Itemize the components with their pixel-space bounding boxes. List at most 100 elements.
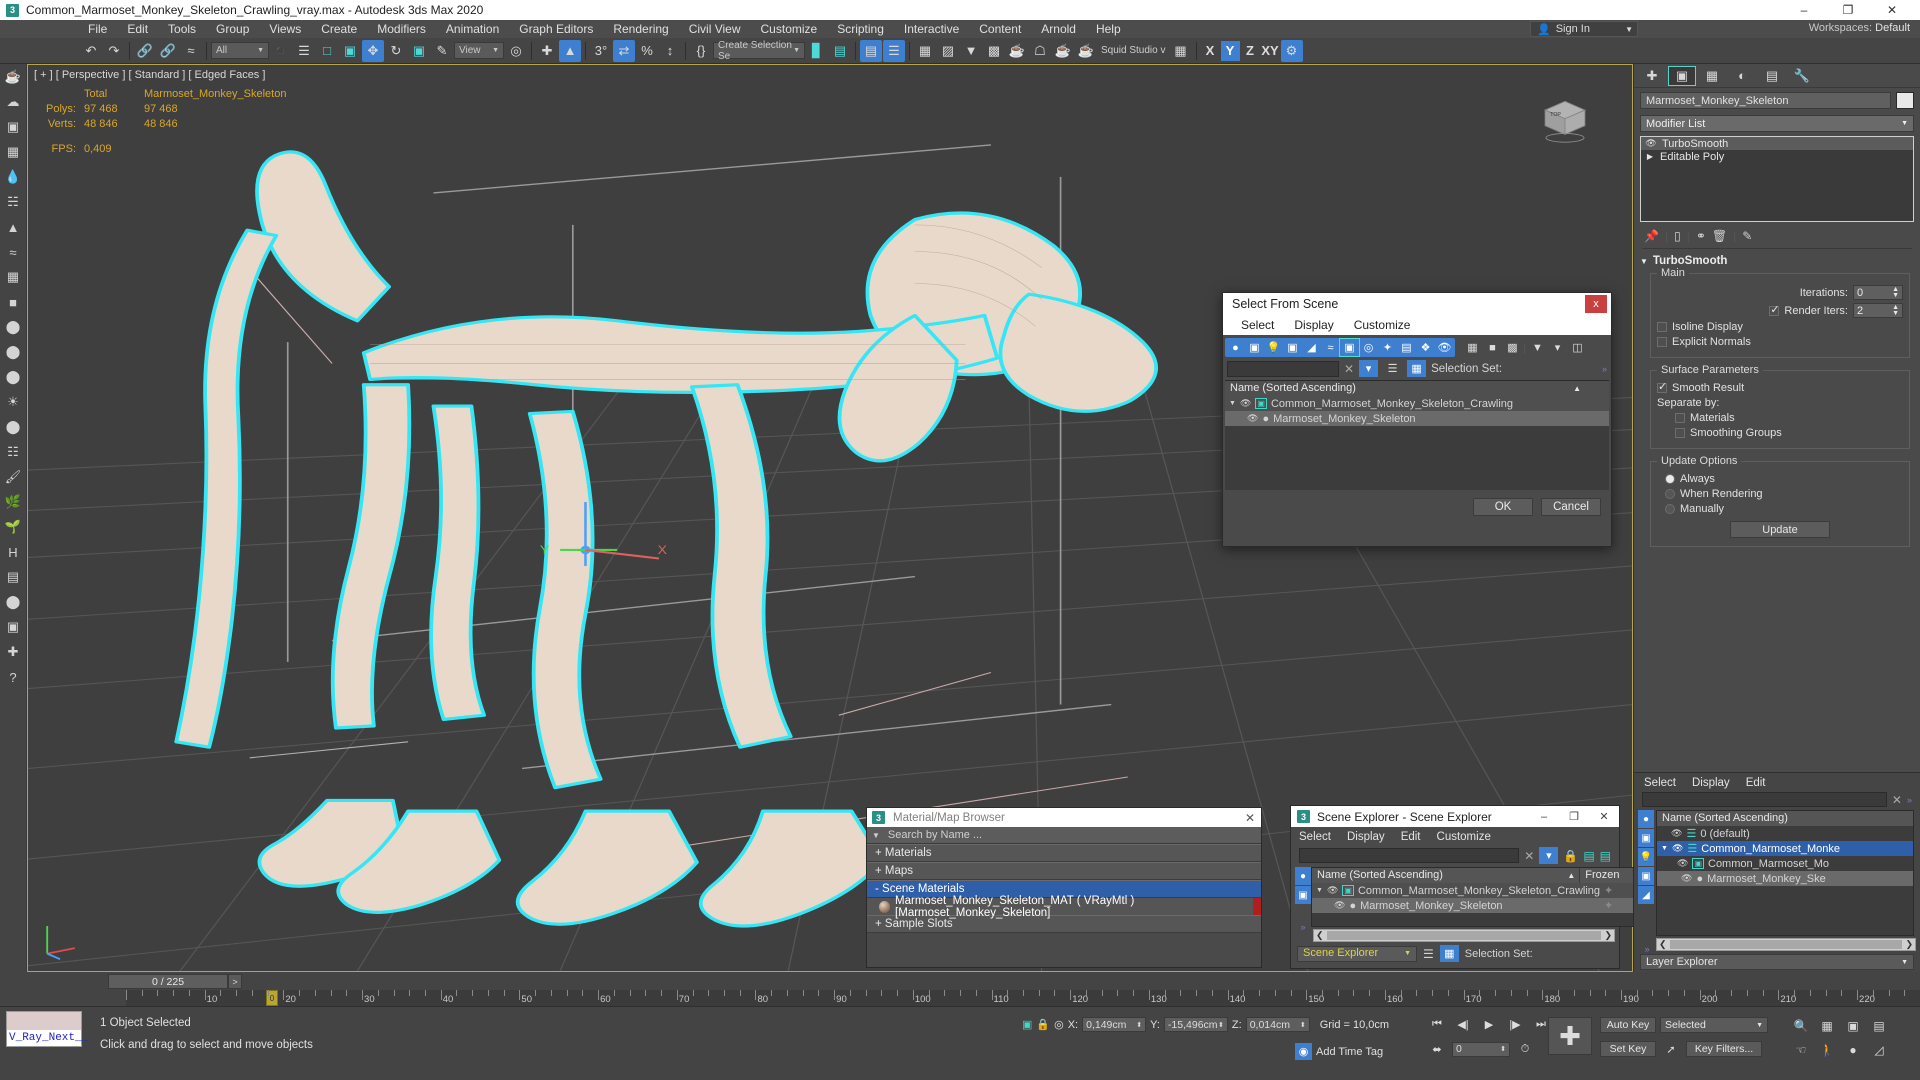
distribute-icon[interactable]: ▤ [829,40,851,62]
chevron-down-icon[interactable]: ▼ [872,831,880,840]
tab-utilities[interactable]: 🔧 [1788,66,1816,86]
manually-radio[interactable] [1665,504,1675,514]
filter-groups-icon[interactable]: ▣ [1339,338,1360,357]
sew-minimize-button[interactable]: – [1529,806,1559,827]
map-h-icon[interactable]: H [1,540,25,564]
list-item[interactable]: 👁 ☰ 0 (default) [1657,826,1913,841]
eye-icon[interactable]: 👁 [1645,138,1657,149]
edit-named-sets-icon[interactable]: {} [690,40,712,62]
render-setup-icon[interactable]: ☕ [1006,40,1028,62]
set-key-button-label[interactable]: Set Key [1600,1041,1656,1057]
sew-menu-select[interactable]: Select [1299,831,1331,843]
modifier-list-combo[interactable]: Modifier List ▼ [1640,115,1914,132]
filter-lights-icon[interactable]: 💡 [1638,848,1654,866]
object-color-swatch[interactable] [1896,92,1914,109]
menu-customize[interactable]: Customize [751,20,828,38]
circle-dark-icon[interactable]: ⬤ [1,365,25,389]
eye-icon[interactable]: 👁 [1671,828,1682,839]
walkthrough-icon[interactable]: 🚶 [1816,1041,1838,1058]
menu-tools[interactable]: Tools [158,20,206,38]
when-rendering-radio[interactable] [1665,489,1675,499]
docked-explorer-header[interactable]: Name (Sorted Ascending) [1657,811,1913,826]
filter-particles-icon[interactable]: ❖ [1416,339,1435,356]
list-item[interactable]: 👁 ● Marmoset_Monkey_Skeleton [1225,411,1609,426]
render-iterative-icon[interactable]: ☕ [1075,40,1097,62]
image-icon[interactable]: ▣ [1,115,25,139]
sign-in-button[interactable]: 👤 Sign In ▼ [1530,21,1638,37]
frozen-icon[interactable]: ✦ [1604,899,1613,912]
undo-icon[interactable]: ↶ [80,40,102,62]
minimize-button[interactable]: – [1782,0,1826,20]
scrollbar-thumb[interactable] [1326,931,1602,940]
dialog-menu-display[interactable]: Display [1294,318,1333,332]
spinner-arrows-icon[interactable]: ⬍ [1136,1021,1142,1029]
clear-search-icon[interactable]: ✕ [1524,849,1534,863]
constrain-xy-button[interactable]: XY [1261,41,1280,61]
eye-icon[interactable]: 👁 [1672,843,1683,854]
dialog-list-header[interactable]: Name (Sorted Ascending) ▲ [1225,381,1609,396]
menu-file[interactable]: File [78,20,117,38]
rect-selection-region-icon[interactable]: □ [316,40,338,62]
filter-geometry-icon[interactable]: ● [1638,810,1654,828]
menu-content[interactable]: Content [969,20,1031,38]
filter-cameras-icon[interactable]: ▣ [1638,867,1654,885]
sphere-blue-icon[interactable]: ⬤ [1,590,25,614]
droplet-icon[interactable]: 💧 [1,165,25,189]
filter-helpers-icon[interactable]: ◢ [1638,886,1654,904]
key-mode-combo[interactable]: Selected ▼ [1660,1017,1768,1033]
square-icon[interactable]: ■ [1,290,25,314]
scrollbar-thumb[interactable] [1669,940,1903,949]
docked-explorer-hscrollbar[interactable]: ❮ ❯ [1656,938,1916,951]
tab-create[interactable]: ✚ [1638,66,1666,86]
menu-civil-view[interactable]: Civil View [679,20,751,38]
angle-snap-icon[interactable]: ▲ [559,39,581,62]
sew-menu-display[interactable]: Display [1347,831,1385,843]
spinner-arrows-icon[interactable]: ▲ ▼ [1892,286,1899,299]
sun-icon[interactable]: ☀ [1,390,25,414]
dialog-search-input[interactable] [1227,360,1339,377]
scene-explorer-window[interactable]: 3 Scene Explorer - Scene Explorer – ❐ ✕ … [1290,805,1635,969]
ok-button[interactable]: OK [1473,498,1533,516]
chevron-down-icon[interactable]: ▼ [1229,400,1236,407]
menu-interactive[interactable]: Interactive [894,20,969,38]
update-button[interactable]: Update [1730,521,1830,538]
isoline-display-checkbox[interactable] [1657,322,1667,332]
mountain-icon[interactable]: ▲ [1,215,25,239]
workspaces-selector[interactable]: Workspaces: Default [1809,22,1910,34]
next-frame-icon[interactable]: |▶ [1504,1016,1526,1032]
select-and-place-icon[interactable]: ✎ [431,40,453,62]
layers-icon[interactable]: ☰ [1383,360,1402,377]
spinner-arrows-icon[interactable]: ⬍ [1218,1021,1224,1029]
menu-help[interactable]: Help [1086,20,1131,38]
sort-ascending-icon[interactable]: ▲ [1567,868,1575,883]
list-item[interactable]: ▼ 👁 ☰ Common_Marmoset_Monke [1657,841,1913,856]
menu-create[interactable]: Create [311,20,367,38]
close-button[interactable]: ✕ [1870,0,1914,20]
redo-icon[interactable]: ↷ [103,40,125,62]
scroll-right-icon[interactable]: ❯ [1604,930,1612,941]
open-asset-tracking-icon[interactable]: ▦ [1170,40,1192,62]
select-and-move-icon[interactable]: ✥ [362,39,384,62]
spinner-arrows-icon[interactable]: ⬍ [1500,1045,1506,1053]
dialog-object-list[interactable]: Name (Sorted Ascending) ▲ ▼ 👁 ▣ Common_M… [1225,380,1609,490]
auto-key-button[interactable]: Auto Key [1600,1017,1656,1033]
always-radio[interactable] [1665,474,1675,484]
compact-material-editor-icon[interactable]: ▼ [960,40,982,62]
show-end-result-icon[interactable]: ▯ [1674,229,1681,243]
menu-rendering[interactable]: Rendering [603,20,678,38]
mmb-material-item[interactable]: Marmoset_Monkey_Skeleton_MAT ( VRayMtl )… [867,895,1261,919]
curve-editor-icon[interactable]: ▦ [914,40,936,62]
time-tag-icon[interactable]: ◉ [1295,1043,1312,1060]
eye-icon[interactable]: 👁 [1247,413,1258,424]
zoom-extents-icon[interactable]: ▣ [1842,1017,1864,1034]
menu-arnold[interactable]: Arnold [1031,20,1086,38]
eye-icon[interactable]: 👁 [1681,873,1692,884]
bind-space-warp-icon[interactable]: ≈ [180,40,202,62]
mmb-search-row[interactable]: ▼ Search by Name ... [867,827,1261,844]
scroll-left-icon[interactable]: ❮ [1659,939,1667,950]
set-key-button[interactable]: ✚ [1548,1017,1592,1055]
tab-motion[interactable]: ◐ [1728,66,1756,86]
menu-animation[interactable]: Animation [436,20,509,38]
sphere-grey-icon[interactable]: ⬤ [1,415,25,439]
sew-search-input[interactable] [1299,848,1520,863]
